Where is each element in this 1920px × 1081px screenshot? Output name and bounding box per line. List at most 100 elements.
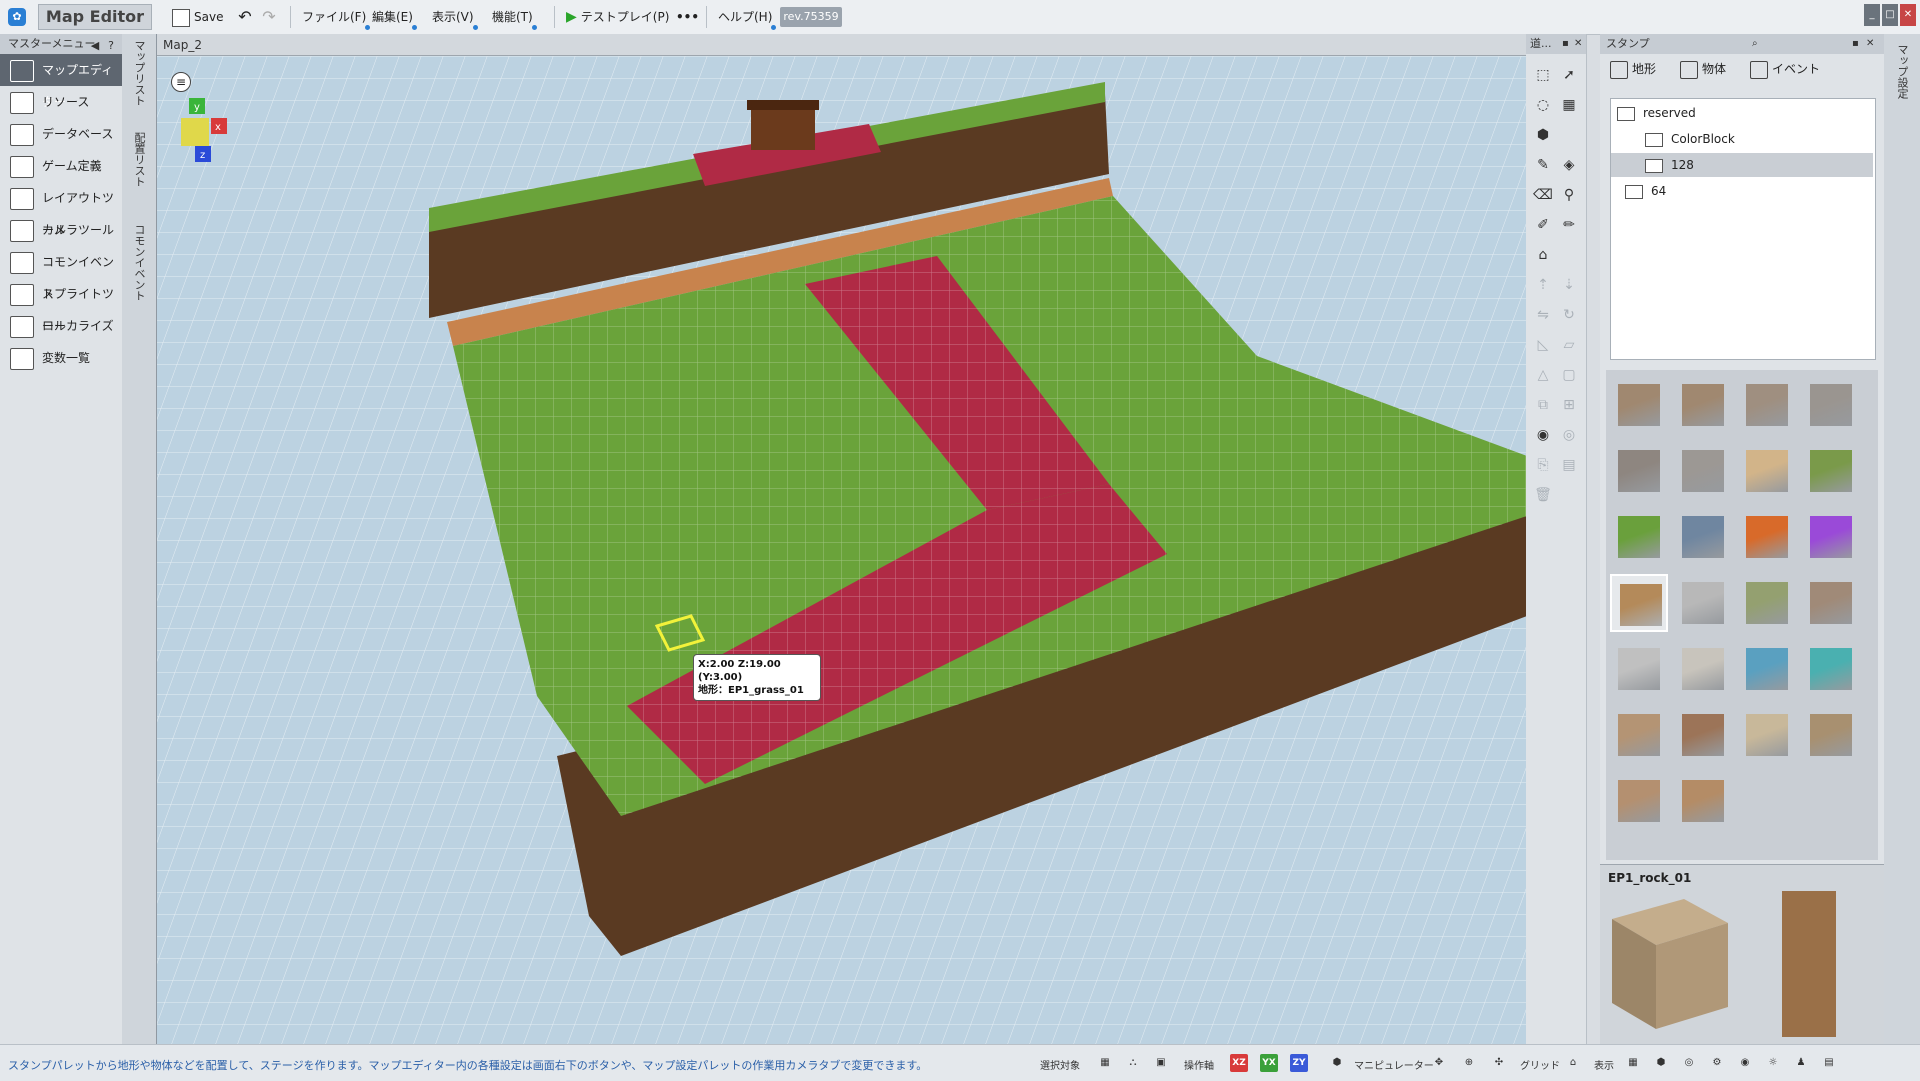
palette-cell[interactable] bbox=[1802, 442, 1860, 500]
group-tool[interactable]: ⊞ bbox=[1558, 394, 1580, 416]
select-event-button[interactable]: ▣ bbox=[1152, 1054, 1170, 1072]
display-event-button[interactable]: ⚙ bbox=[1708, 1054, 1726, 1072]
close-window-button[interactable]: ✕ bbox=[1900, 4, 1916, 26]
menu-edit[interactable]: 編集(E) bbox=[372, 6, 417, 30]
flip-tool[interactable]: ⇋ bbox=[1532, 304, 1554, 326]
palette-cell[interactable] bbox=[1802, 706, 1860, 764]
master-item-resource[interactable]: リソース bbox=[0, 86, 122, 118]
palette-cell[interactable] bbox=[1610, 508, 1668, 566]
palette-cell[interactable] bbox=[1738, 706, 1796, 764]
select-tile-button[interactable]: ▦ bbox=[1096, 1054, 1114, 1072]
close-icon[interactable]: ✕ bbox=[1866, 34, 1874, 54]
tree-item-colorblock[interactable]: ColorBlock bbox=[1645, 127, 1867, 151]
copy-tool[interactable]: ⧉ bbox=[1532, 394, 1554, 416]
pin-icon[interactable]: ▪ bbox=[1562, 34, 1569, 54]
palette-cell[interactable] bbox=[1674, 706, 1732, 764]
palette-cell[interactable] bbox=[1738, 376, 1796, 434]
palette-cell[interactable] bbox=[1610, 706, 1668, 764]
frame-tool[interactable]: ▢ bbox=[1558, 364, 1580, 386]
palette-cell[interactable] bbox=[1738, 640, 1796, 698]
palette-cell[interactable] bbox=[1610, 772, 1668, 830]
master-item-layout-tool[interactable]: レイアウトツール bbox=[0, 182, 122, 237]
palette-cell[interactable] bbox=[1738, 442, 1796, 500]
master-item-sprite-tool[interactable]: スプライトツール bbox=[0, 278, 122, 333]
menu-view[interactable]: 表示(V) bbox=[432, 6, 478, 30]
triangle-tool[interactable]: △ bbox=[1532, 364, 1554, 386]
select-rect-tool[interactable]: ⬚ bbox=[1532, 64, 1554, 86]
display-terrain-button[interactable]: ⬢ bbox=[1652, 1054, 1670, 1072]
axis-zy-button[interactable]: ZY bbox=[1290, 1054, 1308, 1072]
clipboard-tool[interactable]: ▤ bbox=[1558, 454, 1580, 476]
save-button[interactable]: Save bbox=[172, 6, 228, 28]
rotate-tool[interactable]: ↻ bbox=[1558, 304, 1580, 326]
axis-xz-button[interactable]: XZ bbox=[1230, 1054, 1248, 1072]
tree-item-64[interactable]: 64 bbox=[1625, 179, 1867, 203]
delete-tool[interactable]: 🗑 bbox=[1532, 484, 1554, 506]
manipulator-move-button[interactable]: ✥ bbox=[1430, 1054, 1448, 1072]
eyedropper-tool[interactable]: ⚲ bbox=[1558, 184, 1580, 206]
palette-cell[interactable] bbox=[1738, 574, 1796, 632]
palette-cell[interactable] bbox=[1674, 640, 1732, 698]
master-item-camera-tool[interactable]: カメラツール bbox=[0, 214, 122, 246]
palette-cell[interactable] bbox=[1674, 442, 1732, 500]
palette-cell[interactable] bbox=[1802, 640, 1860, 698]
cube-tool[interactable]: ⬢ bbox=[1532, 124, 1554, 146]
maximize-button[interactable]: □ bbox=[1882, 4, 1898, 26]
palette-cell[interactable] bbox=[1802, 376, 1860, 434]
menu-file[interactable]: ファイル(F) bbox=[302, 6, 371, 30]
tab-map-settings[interactable]: マップ設定 bbox=[1894, 44, 1910, 99]
palette-cell[interactable] bbox=[1610, 640, 1668, 698]
tab-common-event[interactable]: コモンイベント bbox=[131, 224, 147, 301]
map-viewport[interactable]: Map_2 x y z ≡ X:2.00 Z:19.00 (Y:3.00) 地形… bbox=[156, 34, 1528, 1044]
tab-event[interactable]: イベント bbox=[1746, 58, 1820, 80]
map-tab[interactable]: Map_2 bbox=[157, 34, 1527, 56]
palette-cell[interactable] bbox=[1674, 574, 1732, 632]
house-tool[interactable]: ⌂ bbox=[1532, 244, 1554, 266]
tree-item-128[interactable]: 128 bbox=[1611, 153, 1873, 177]
tab-placement-list[interactable]: 配置リスト bbox=[131, 132, 147, 187]
collapse-icon[interactable]: ◀ bbox=[88, 36, 102, 52]
palette-cell[interactable] bbox=[1674, 376, 1732, 434]
menu-help[interactable]: ヘルプ(H) bbox=[718, 6, 777, 30]
master-item-game-definition[interactable]: ゲーム定義 bbox=[0, 150, 122, 182]
palette-cell[interactable] bbox=[1738, 508, 1796, 566]
manipulator-rotate-button[interactable]: ⊕ bbox=[1460, 1054, 1478, 1072]
close-icon[interactable]: ✕ bbox=[1574, 34, 1582, 54]
redo-button[interactable]: ↷ bbox=[259, 6, 279, 28]
panel-tool[interactable]: ▱ bbox=[1558, 334, 1580, 356]
master-item-map-editor[interactable]: マップエディター bbox=[0, 54, 122, 109]
palette-cell[interactable] bbox=[1802, 508, 1860, 566]
raise-tool[interactable]: ⇡ bbox=[1532, 274, 1554, 296]
viewport-menu-button[interactable]: ≡ bbox=[171, 72, 191, 92]
select-pointer-tool[interactable]: ➚ bbox=[1558, 64, 1580, 86]
master-item-localize[interactable]: ローカライズ bbox=[0, 310, 122, 342]
tab-terrain[interactable]: 地形 bbox=[1606, 58, 1656, 80]
brush-tool[interactable]: ✐ bbox=[1532, 214, 1554, 236]
menu-function[interactable]: 機能(T) bbox=[492, 6, 537, 30]
undo-button[interactable]: ↶ bbox=[235, 6, 255, 28]
grid-tool[interactable]: ▦ bbox=[1558, 94, 1580, 116]
tab-object[interactable]: 物体 bbox=[1676, 58, 1726, 80]
palette-cell[interactable] bbox=[1802, 574, 1860, 632]
palette-cell[interactable] bbox=[1610, 376, 1668, 434]
slope-tool[interactable]: ◺ bbox=[1532, 334, 1554, 356]
minimize-button[interactable]: _ bbox=[1864, 4, 1880, 26]
master-item-database[interactable]: データベース bbox=[0, 118, 122, 150]
lasso-tool[interactable]: ◌ bbox=[1532, 94, 1554, 116]
camera-tool-button[interactable]: ◉ bbox=[1532, 424, 1554, 446]
display-grid-button[interactable]: ▦ bbox=[1624, 1054, 1642, 1072]
testplay-button[interactable]: ▶ テストプレイ(P) bbox=[566, 6, 676, 28]
more-button[interactable]: ••• bbox=[676, 6, 699, 28]
display-light-button[interactable]: ☼ bbox=[1764, 1054, 1782, 1072]
manipulator-scale-button[interactable]: ✣ bbox=[1490, 1054, 1508, 1072]
manipulator-toggle[interactable]: ⬢ bbox=[1328, 1054, 1346, 1072]
search-icon[interactable]: ⌕ bbox=[1752, 34, 1758, 54]
target-tool[interactable]: ◎ bbox=[1558, 424, 1580, 446]
master-item-common-event[interactable]: コモンイベント bbox=[0, 246, 122, 301]
display-player-button[interactable]: ♟ bbox=[1792, 1054, 1810, 1072]
fill-tool[interactable]: ◈ bbox=[1558, 154, 1580, 176]
tree-item-reserved[interactable]: reserved bbox=[1617, 101, 1867, 125]
display-camera-button[interactable]: ◉ bbox=[1736, 1054, 1754, 1072]
master-item-variable-list[interactable]: 変数一覧 bbox=[0, 342, 122, 374]
palette-cell[interactable] bbox=[1674, 772, 1732, 830]
